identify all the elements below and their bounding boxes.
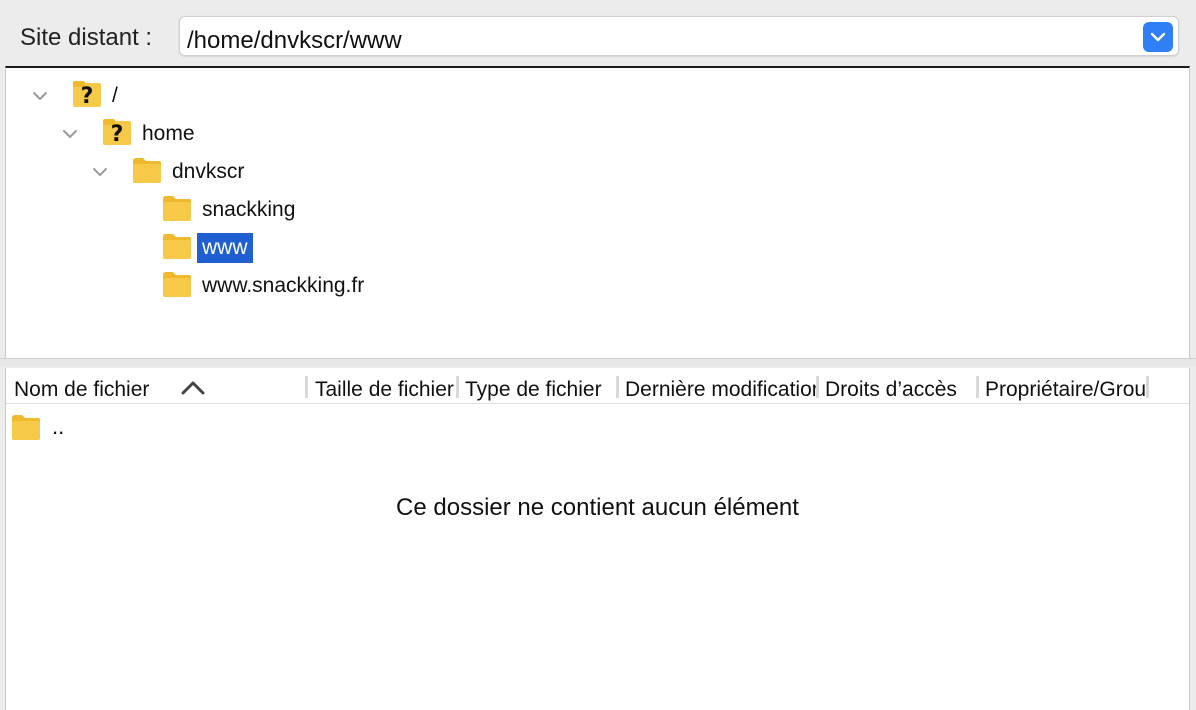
tree-item-home[interactable]: ? home <box>6 115 406 151</box>
column-resize-handle[interactable] <box>1146 376 1149 398</box>
remote-site-label: Site distant : <box>20 24 153 51</box>
empty-folder-message: Ce dossier ne contient aucun élément <box>396 494 799 521</box>
folder-icon <box>12 415 40 440</box>
unknown-folder-icon: ? <box>73 81 101 109</box>
unknown-folder-icon: ? <box>103 119 131 147</box>
column-resize-handle[interactable] <box>456 376 459 398</box>
column-resize-handle[interactable] <box>616 376 619 398</box>
path-dropdown-button[interactable] <box>1143 22 1173 52</box>
folder-icon <box>133 158 161 183</box>
column-header-filesize[interactable]: Taille de fichier <box>315 368 456 404</box>
file-list-header: Nom de fichier Taille de fichier Type de… <box>6 368 1189 404</box>
column-header-owner-group[interactable]: Propriétaire/Groupe <box>985 368 1146 404</box>
pane-splitter[interactable] <box>0 358 1196 366</box>
chevron-down-icon[interactable] <box>31 87 49 105</box>
tree-item-label: home <box>142 122 195 145</box>
remote-directory-tree[interactable]: ? / ? home dnvkscr snackking www www.sna… <box>5 66 1190 358</box>
chevron-down-icon <box>1150 32 1166 42</box>
column-header-permissions[interactable]: Droits d’accès <box>825 368 976 404</box>
tree-item-label: / <box>112 84 118 107</box>
svg-text:?: ? <box>111 122 124 147</box>
folder-icon <box>163 234 191 259</box>
tree-item-snackking[interactable]: snackking <box>6 191 426 227</box>
column-header-filetype[interactable]: Type de fichier <box>465 368 616 404</box>
svg-text:?: ? <box>81 84 94 109</box>
column-resize-handle[interactable] <box>976 376 979 398</box>
chevron-down-icon[interactable] <box>91 163 109 181</box>
column-header-last-modified[interactable]: Dernière modification <box>625 368 816 404</box>
tree-item-dnvkscr[interactable]: dnvkscr <box>6 153 406 189</box>
tree-item-label: dnvkscr <box>172 160 245 183</box>
sort-ascending-icon[interactable] <box>180 380 206 396</box>
tree-item-root[interactable]: ? / <box>6 77 406 113</box>
tree-item-www-snackking-fr[interactable]: www.snackking.fr <box>6 267 426 303</box>
remote-path-value[interactable]: /home/dnvkscr/www <box>187 27 402 55</box>
folder-icon <box>163 272 191 297</box>
column-header-filename[interactable]: Nom de fichier <box>14 368 310 404</box>
file-row-parent[interactable]: .. <box>6 410 1189 446</box>
tree-item-label: www.snackking.fr <box>202 274 365 297</box>
remote-file-list[interactable]: Nom de fichier Taille de fichier Type de… <box>5 368 1190 710</box>
column-resize-handle[interactable] <box>305 376 308 398</box>
folder-icon <box>163 196 191 221</box>
chevron-down-icon[interactable] <box>61 125 79 143</box>
remote-path-combobox[interactable]: /home/dnvkscr/www <box>179 16 1179 56</box>
column-resize-handle[interactable] <box>816 376 819 398</box>
file-name: .. <box>52 414 65 439</box>
tree-item-label: snackking <box>202 198 296 221</box>
remote-site-bar: Site distant : /home/dnvkscr/www <box>0 0 1196 66</box>
tree-item-label-selected: www <box>197 233 253 263</box>
tree-item-www[interactable]: www <box>6 229 426 265</box>
